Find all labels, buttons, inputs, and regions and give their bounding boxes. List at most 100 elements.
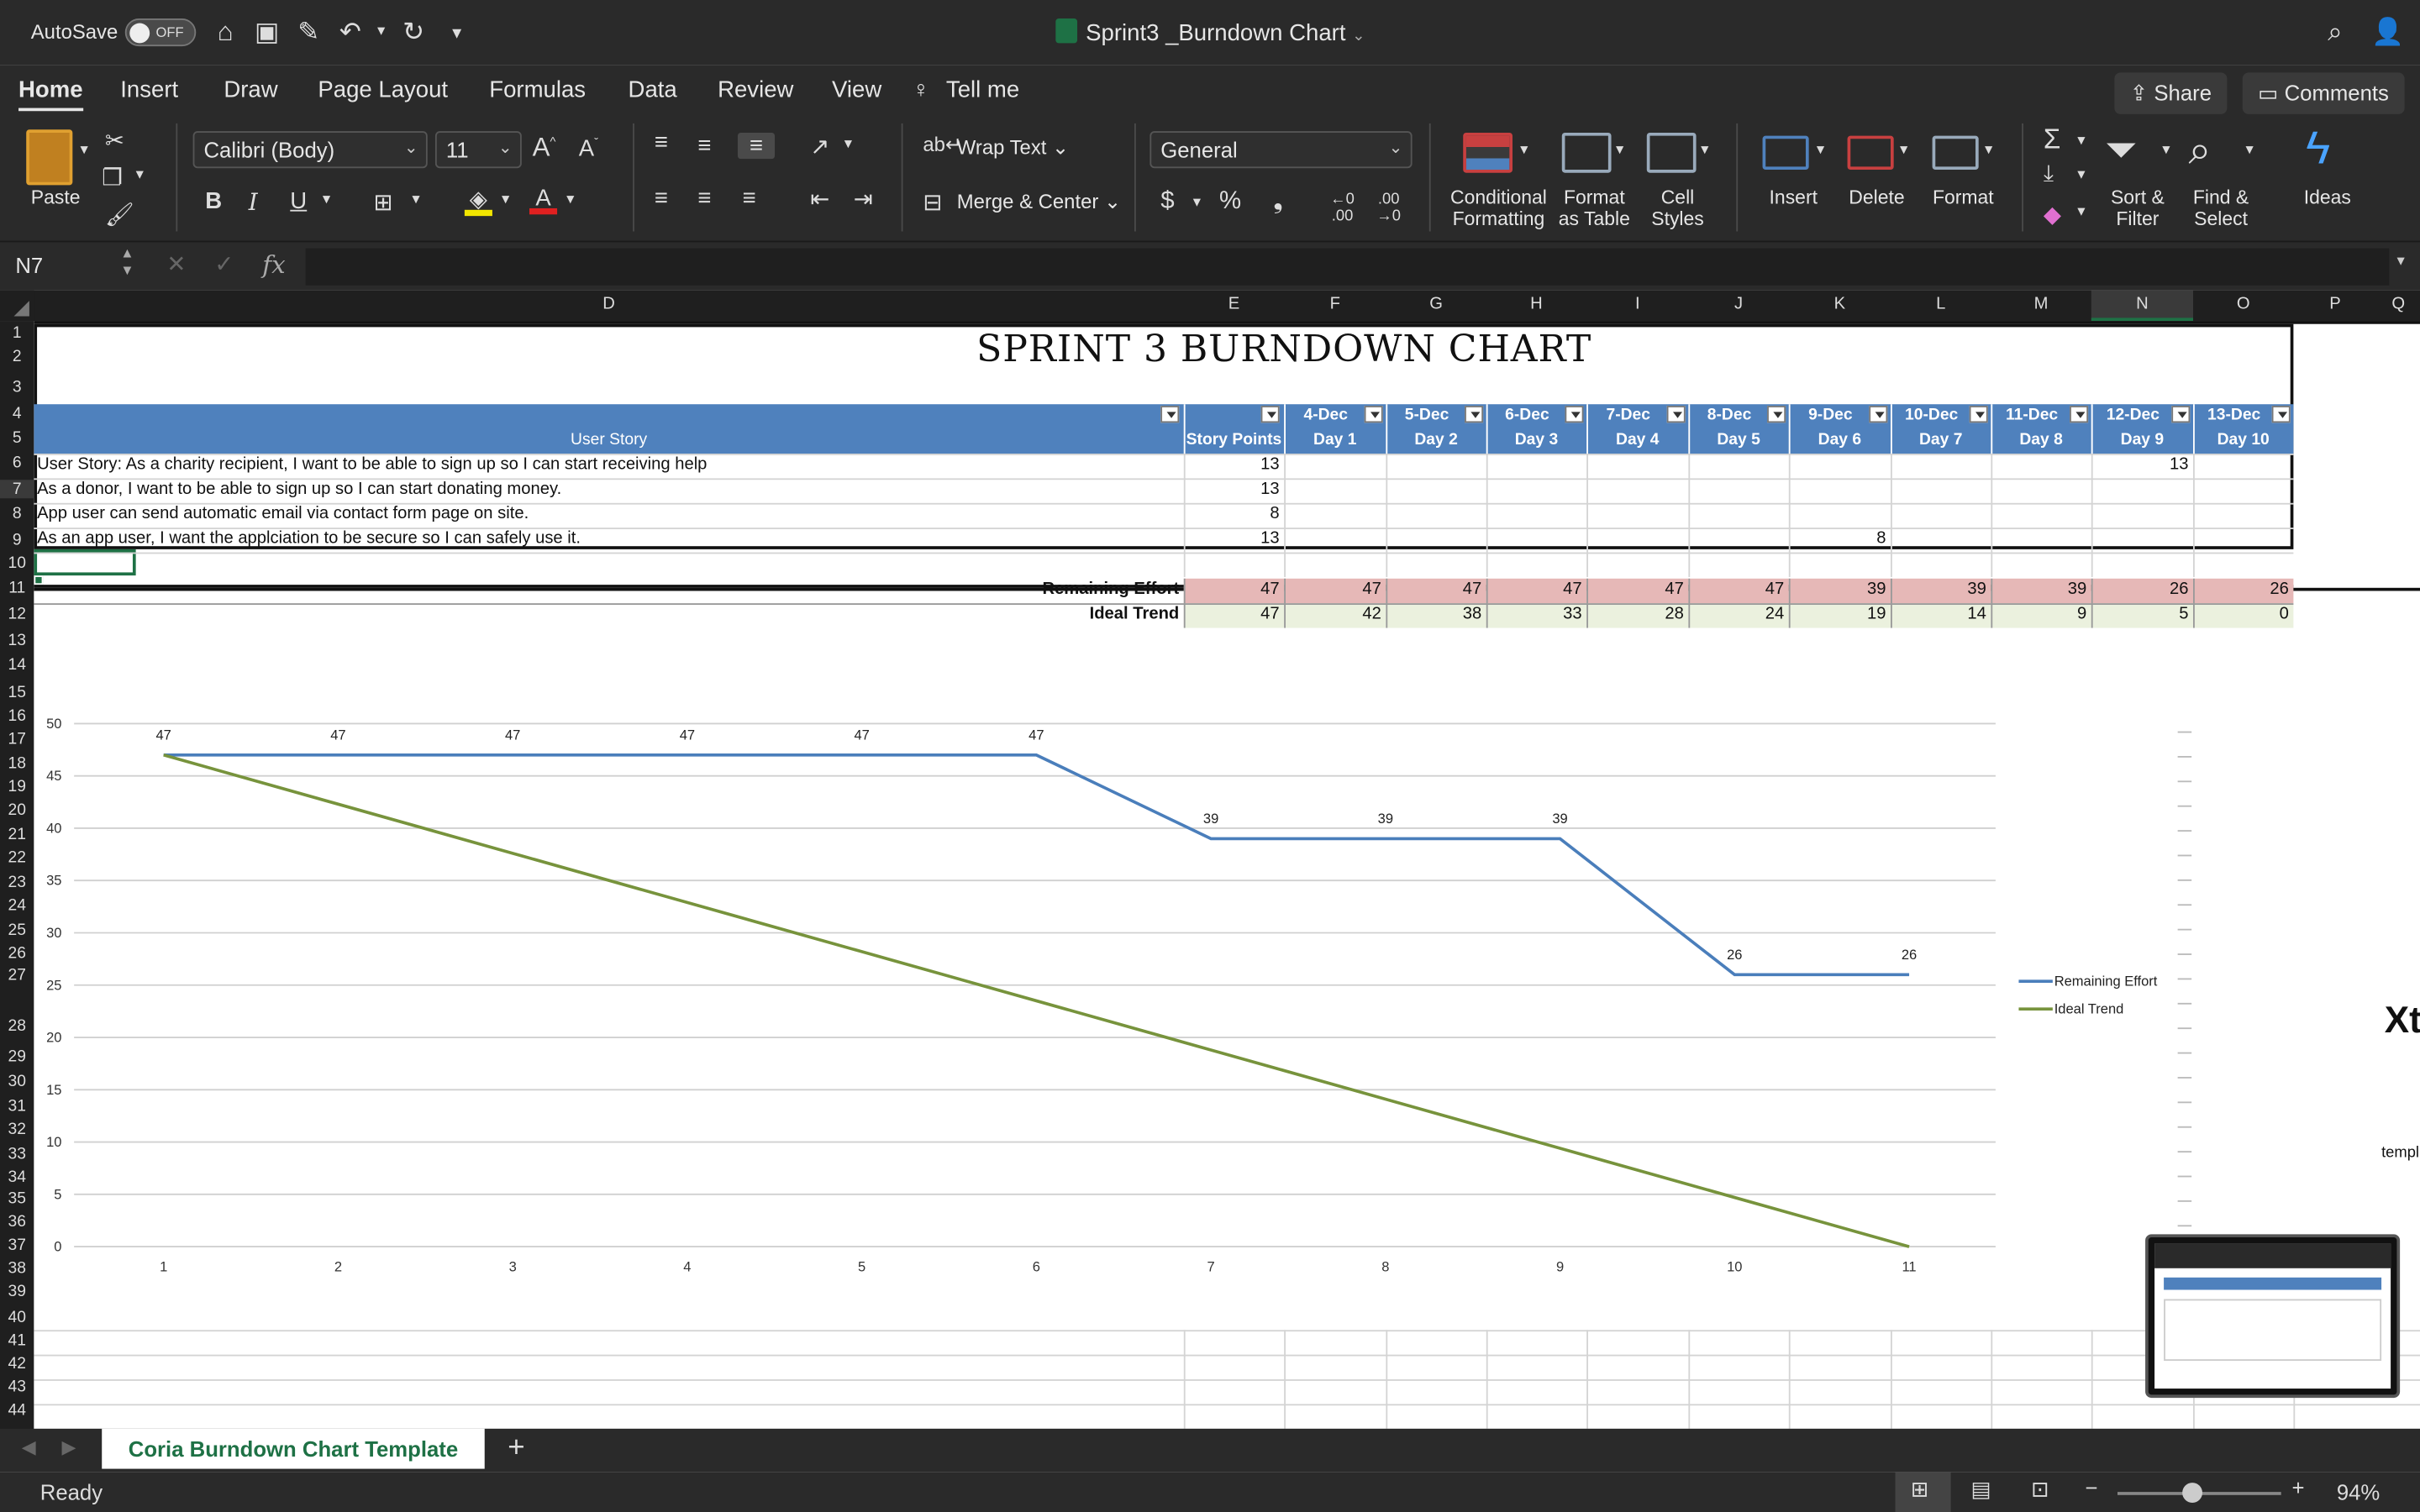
story-points-4[interactable]: 13 <box>1184 529 1284 548</box>
column-header-n[interactable]: N <box>2091 290 2194 322</box>
italic-icon[interactable]: I <box>249 188 258 216</box>
remaining-value-5[interactable]: 47 <box>1586 578 1689 604</box>
row-header-20[interactable]: 20 <box>0 801 34 819</box>
underline-dropdown-icon[interactable]: ▾ <box>323 192 330 208</box>
row-header-5[interactable]: 5 <box>0 429 34 448</box>
filter-day-5[interactable] <box>1767 406 1786 423</box>
ideal-value-9[interactable]: 9 <box>1991 603 2091 628</box>
row-header-35[interactable]: 35 <box>0 1189 34 1208</box>
ideal-value-11[interactable]: 0 <box>2193 603 2294 628</box>
increase-indent-icon[interactable]: ⇥ <box>854 185 873 213</box>
formula-input[interactable] <box>305 248 2390 286</box>
align-bottom-icon[interactable]: ≡ <box>737 132 776 160</box>
row-header-29[interactable]: 29 <box>0 1047 34 1066</box>
tab-review[interactable]: Review <box>718 77 793 103</box>
sort-filter-icon[interactable]: ⏷ <box>2105 127 2137 176</box>
find-select-icon[interactable]: ⌕ <box>2188 127 2211 176</box>
column-header-j[interactable]: J <box>1688 295 1788 313</box>
remaining-value-11[interactable]: 26 <box>2193 578 2294 604</box>
ideal-value-6[interactable]: 24 <box>1688 603 1789 628</box>
row-header-33[interactable]: 33 <box>0 1145 34 1163</box>
ideal-value-10[interactable]: 5 <box>2091 603 2194 628</box>
borders-dropdown-icon[interactable]: ▾ <box>412 192 419 208</box>
row-header-19[interactable]: 19 <box>0 778 34 796</box>
story-points-2[interactable]: 13 <box>1184 480 1284 498</box>
row-header-8[interactable]: 8 <box>0 505 34 523</box>
fill-color-dropdown-icon[interactable]: ▾ <box>502 192 509 208</box>
remaining-value-6[interactable]: 47 <box>1688 578 1789 604</box>
ideal-value-5[interactable]: 28 <box>1586 603 1689 628</box>
page-break-view-icon[interactable]: ⊡ <box>2031 1477 2049 1503</box>
worksheet[interactable]: SPRINT 3 BURNDOWN CHART User Story Story … <box>34 321 2420 1432</box>
remaining-value-7[interactable]: 39 <box>1788 578 1891 604</box>
sort-filter-button[interactable]: Sort & Filter <box>2102 186 2173 229</box>
insert-cells-icon[interactable] <box>1762 135 1809 171</box>
row-header-23[interactable]: 23 <box>0 874 34 892</box>
row-header-26[interactable]: 26 <box>0 944 34 963</box>
row-header-39[interactable]: 39 <box>0 1282 34 1300</box>
font-size-select[interactable]: 11 ⌄ <box>434 131 522 169</box>
select-all-corner[interactable] <box>0 290 34 322</box>
decrease-decimal-icon[interactable]: .00 →0 <box>1376 192 1401 225</box>
comma-style-icon[interactable]: ❟ <box>1273 188 1283 216</box>
row-header-22[interactable]: 22 <box>0 848 34 867</box>
zoom-slider-thumb[interactable] <box>2182 1483 2203 1503</box>
format-as-table-icon[interactable] <box>1561 132 1612 173</box>
row-header-14[interactable]: 14 <box>0 656 34 675</box>
align-left-icon[interactable]: ≡ <box>655 185 668 211</box>
remaining-value-4[interactable]: 47 <box>1486 578 1587 604</box>
percent-icon[interactable]: % <box>1219 188 1241 216</box>
column-header-m[interactable]: M <box>1991 295 2091 313</box>
filter-day-1[interactable] <box>1364 406 1383 423</box>
row-header-31[interactable]: 31 <box>0 1097 34 1116</box>
filter-day-6[interactable] <box>1869 406 1888 423</box>
filter-day-7[interactable] <box>1969 406 1988 423</box>
tab-draw[interactable]: Draw <box>224 77 277 103</box>
row-header-34[interactable]: 34 <box>0 1168 34 1186</box>
row-header-41[interactable]: 41 <box>0 1331 34 1350</box>
increase-font-icon[interactable]: A^ <box>533 133 556 164</box>
burndown-chart[interactable]: 051015202530354045501 2 3 4 5 6 7 8 9 10 1147 47 47 4… <box>34 702 2420 1320</box>
ideal-value-1[interactable]: 47 <box>1183 603 1285 628</box>
cell-styles-dropdown-icon[interactable]: ▾ <box>1701 142 1708 159</box>
remaining-value-3[interactable]: 47 <box>1386 578 1486 604</box>
ideal-value-3[interactable]: 38 <box>1386 603 1486 628</box>
remaining-value-9[interactable]: 39 <box>1991 578 2091 604</box>
paste-label[interactable]: Paste <box>24 186 86 208</box>
row-header-28[interactable]: 28 <box>0 1016 34 1035</box>
format-painter-icon[interactable]: 🖌 <box>105 201 134 228</box>
clear-dropdown-icon[interactable]: ▾ <box>2077 203 2085 220</box>
search-icon[interactable]: ⌕ <box>2318 15 2352 49</box>
fill-color-icon[interactable]: ◈ <box>464 185 492 217</box>
column-header-q[interactable]: Q <box>2377 295 2420 313</box>
name-box[interactable]: N7 <box>15 253 43 277</box>
tab-insert[interactable]: Insert <box>120 77 178 103</box>
tab-data[interactable]: Data <box>629 77 677 103</box>
font-color-icon[interactable]: A <box>529 185 558 215</box>
insert-button[interactable]: Insert <box>1763 186 1824 208</box>
format-as-table-button[interactable]: Format as Table <box>1553 186 1636 229</box>
autosum-dropdown-icon[interactable]: ▾ <box>2077 133 2085 150</box>
cell-styles-button[interactable]: Cell Styles <box>1645 186 1710 229</box>
column-header-o[interactable]: O <box>2193 295 2293 313</box>
expand-formula-bar-icon[interactable]: ▾ <box>2396 253 2404 270</box>
row-header-40[interactable]: 40 <box>0 1309 34 1327</box>
format-dropdown-icon[interactable]: ▾ <box>1985 142 1992 159</box>
paste-icon[interactable] <box>26 129 73 186</box>
row-header-36[interactable]: 36 <box>0 1213 34 1231</box>
insert-dropdown-icon[interactable]: ▾ <box>1817 142 1824 159</box>
find-select-dropdown-icon[interactable]: ▾ <box>2245 142 2253 159</box>
story-points-3[interactable]: 8 <box>1184 505 1284 523</box>
row-header-21[interactable]: 21 <box>0 826 34 844</box>
column-header-h[interactable]: H <box>1486 295 1586 313</box>
account-icon[interactable]: 👤 <box>2370 15 2404 49</box>
day-value-r1-d9[interactable]: 13 <box>2091 455 2193 474</box>
tab-home[interactable]: Home <box>18 77 83 112</box>
delete-cells-icon[interactable] <box>1847 135 1894 171</box>
merge-center-button[interactable]: Merge & Center ⌄ <box>957 191 1121 213</box>
ideal-value-4[interactable]: 33 <box>1486 603 1587 628</box>
bold-icon[interactable]: B <box>205 188 222 214</box>
copy-icon[interactable]: ❐ <box>102 164 123 192</box>
increase-decimal-icon[interactable]: ←0.00 <box>1330 192 1355 225</box>
column-header-d[interactable]: D <box>34 295 1183 313</box>
